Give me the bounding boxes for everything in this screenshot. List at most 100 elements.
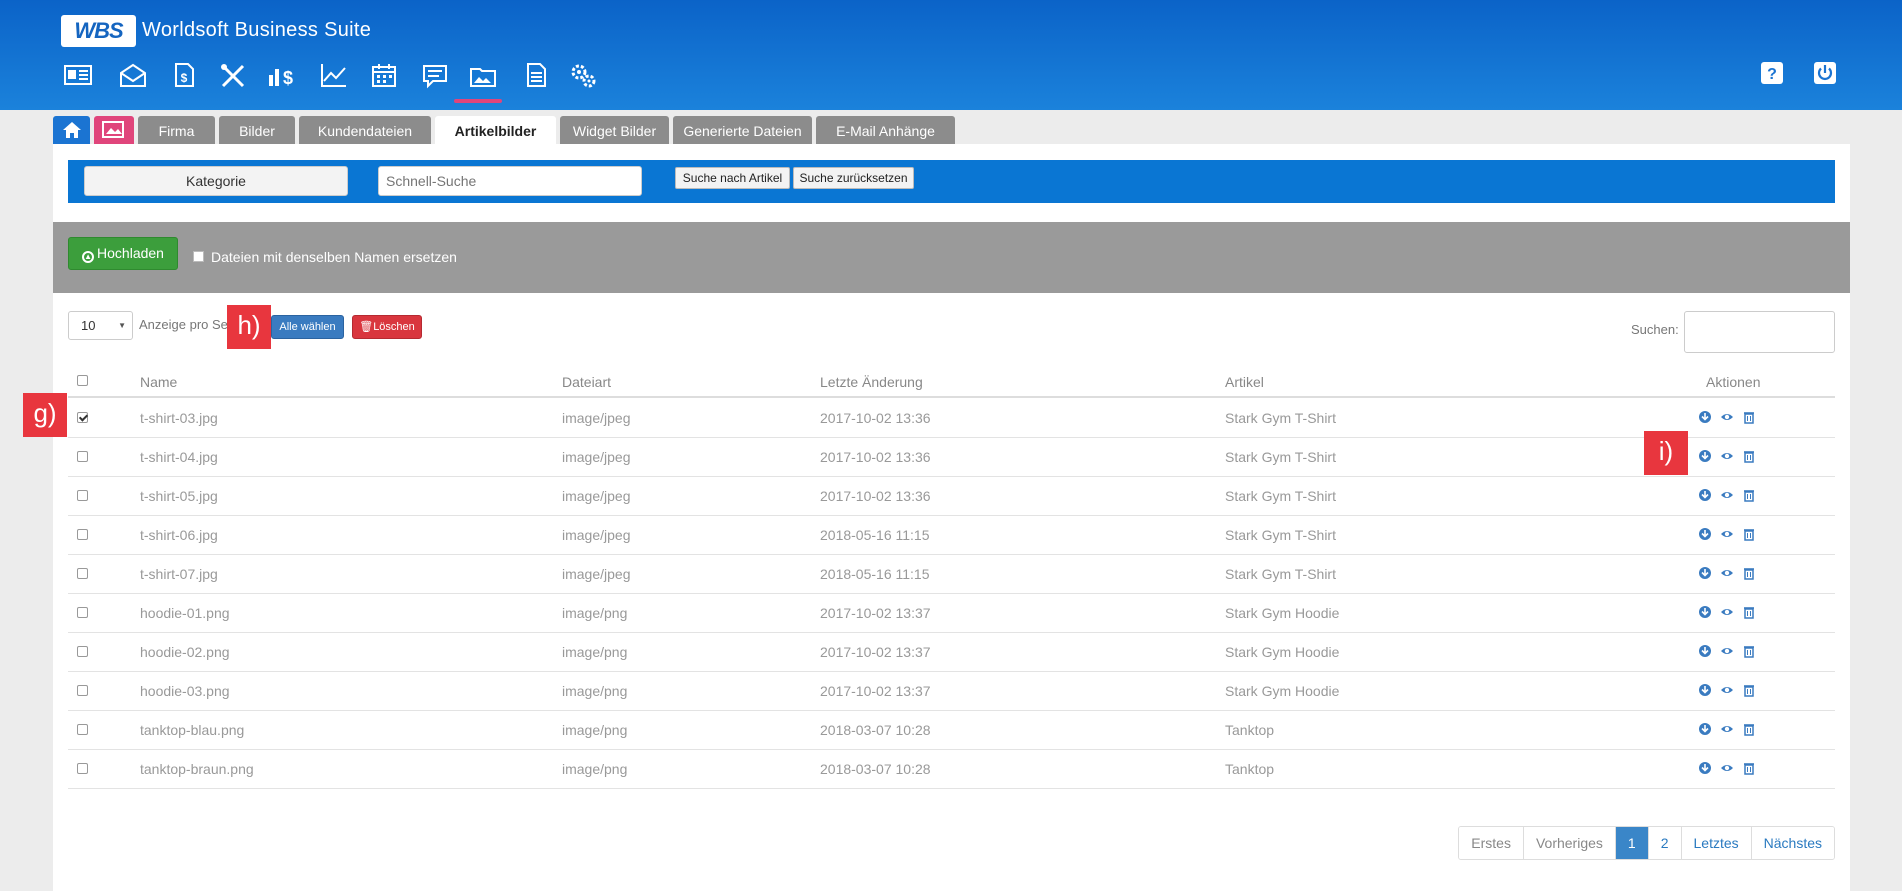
- row-checkbox[interactable]: [77, 646, 88, 657]
- page-length-select[interactable]: 10 ▼: [68, 311, 133, 340]
- row-checkbox[interactable]: [77, 529, 88, 540]
- table-row[interactable]: tanktop-blau.png image/png 2018-03-07 10:2…: [68, 711, 1835, 750]
- view-eye-icon[interactable]: [1720, 488, 1734, 502]
- tab-artikelbilder[interactable]: Artikelbilder: [435, 116, 556, 145]
- row-checkbox[interactable]: [77, 568, 88, 579]
- category-button[interactable]: Kategorie: [84, 166, 348, 196]
- row-checkbox[interactable]: [77, 724, 88, 735]
- tab-e-mail-anh-nge[interactable]: E-Mail Anhänge: [816, 116, 955, 144]
- chevron-down-icon: ▼: [118, 321, 126, 330]
- table-row[interactable]: t-shirt-04.jpg image/jpeg 2017-10-02 13:36…: [68, 438, 1835, 477]
- module-document-dollar-button[interactable]: $: [166, 60, 200, 90]
- download-icon[interactable]: [1698, 488, 1712, 502]
- row-checkbox[interactable]: [77, 412, 88, 423]
- row-checkbox[interactable]: [77, 763, 88, 774]
- row-checkbox[interactable]: [77, 490, 88, 501]
- view-eye-icon[interactable]: [1720, 644, 1734, 658]
- file-modified: 2018-05-16 11:15: [820, 566, 930, 582]
- search-article-button[interactable]: Suche nach Artikel: [675, 167, 790, 189]
- mail-icon: [120, 63, 146, 87]
- chart-line-icon: [321, 64, 346, 87]
- trash-icon[interactable]: [1742, 488, 1756, 502]
- page-2[interactable]: 2: [1647, 827, 1681, 859]
- view-eye-icon[interactable]: [1720, 722, 1734, 736]
- page-previous[interactable]: Vorheriges: [1522, 827, 1615, 859]
- tab-widget-bilder[interactable]: Widget Bilder: [560, 116, 669, 144]
- trash-icon[interactable]: [1742, 410, 1756, 424]
- trash-icon[interactable]: [1742, 449, 1756, 463]
- table-row[interactable]: t-shirt-05.jpg image/jpeg 2017-10-02 13:36…: [68, 477, 1835, 516]
- table-row[interactable]: t-shirt-03.jpg image/jpeg 2017-10-02 13:36…: [68, 399, 1835, 438]
- view-eye-icon[interactable]: [1720, 527, 1734, 541]
- table-row[interactable]: hoodie-01.png image/png 2017-10-02 13:37 St…: [68, 594, 1835, 633]
- select-all-checkbox[interactable]: [77, 375, 88, 386]
- quick-search-input[interactable]: [378, 166, 642, 196]
- tab-generierte-dateien[interactable]: Generierte Dateien: [673, 116, 812, 144]
- module-sales-dollar-button[interactable]: $: [264, 60, 298, 90]
- column-header-article[interactable]: Artikel: [1225, 374, 1264, 390]
- upload-button[interactable]: ▲ Hochladen: [68, 237, 178, 270]
- download-icon[interactable]: [1698, 605, 1712, 619]
- trash-icon[interactable]: [1742, 605, 1756, 619]
- view-eye-icon[interactable]: [1720, 410, 1734, 424]
- view-eye-icon[interactable]: [1720, 761, 1734, 775]
- module-newsletter-button[interactable]: [518, 60, 552, 90]
- trash-icon[interactable]: [1742, 566, 1756, 580]
- tab-kundendateien[interactable]: Kundendateien: [299, 116, 431, 144]
- row-checkbox[interactable]: [77, 607, 88, 618]
- download-icon[interactable]: [1698, 527, 1712, 541]
- page-next[interactable]: Nächstes: [1750, 827, 1834, 859]
- view-eye-icon[interactable]: [1720, 449, 1734, 463]
- column-header-name[interactable]: Name: [140, 374, 177, 390]
- page-first[interactable]: Erstes: [1459, 827, 1523, 859]
- replace-files-checkbox[interactable]: [193, 251, 204, 262]
- trash-icon[interactable]: [1742, 683, 1756, 697]
- file-article: Stark Gym Hoodie: [1225, 605, 1340, 621]
- table-row[interactable]: t-shirt-07.jpg image/jpeg 2018-05-16 11:15…: [68, 555, 1835, 594]
- tab-firma[interactable]: Firma: [138, 116, 215, 144]
- row-checkbox[interactable]: [77, 451, 88, 462]
- file-manager-icon: [102, 121, 124, 138]
- download-icon[interactable]: [1698, 683, 1712, 697]
- download-icon[interactable]: [1698, 722, 1712, 736]
- trash-icon[interactable]: [1742, 761, 1756, 775]
- view-eye-icon[interactable]: [1720, 566, 1734, 580]
- reset-search-button[interactable]: Suche zurücksetzen: [793, 167, 914, 189]
- table-row[interactable]: hoodie-02.png image/png 2017-10-02 13:37 St…: [68, 633, 1835, 672]
- tab-bilder[interactable]: Bilder: [219, 116, 295, 144]
- help-icon[interactable]: ?: [1760, 61, 1784, 85]
- module-contact-card-button[interactable]: [61, 60, 95, 90]
- module-mail-button[interactable]: [116, 60, 150, 90]
- table-row[interactable]: hoodie-03.png image/png 2017-10-02 13:37 St…: [68, 672, 1835, 711]
- select-all-button[interactable]: Alle wählen: [271, 315, 344, 339]
- view-eye-icon[interactable]: [1720, 683, 1734, 697]
- tab-home[interactable]: [53, 116, 90, 144]
- module-file-manager-button[interactable]: [466, 60, 500, 90]
- wbs-logo[interactable]: WBS: [61, 15, 136, 47]
- module-calendar-button[interactable]: [367, 60, 401, 90]
- page-last[interactable]: Letztes: [1680, 827, 1751, 859]
- module-chart-line-button[interactable]: [317, 60, 351, 90]
- module-settings-gears-button[interactable]: [566, 60, 600, 90]
- download-icon[interactable]: [1698, 761, 1712, 775]
- trash-icon[interactable]: [1742, 644, 1756, 658]
- page-1[interactable]: 1: [1614, 827, 1648, 859]
- download-icon[interactable]: [1698, 566, 1712, 580]
- table-search-input[interactable]: [1684, 311, 1835, 353]
- column-header-type[interactable]: Dateiart: [562, 374, 611, 390]
- trash-icon[interactable]: [1742, 722, 1756, 736]
- table-row[interactable]: t-shirt-06.jpg image/jpeg 2018-05-16 11:15…: [68, 516, 1835, 555]
- delete-button[interactable]: 🗑Löschen: [352, 315, 422, 339]
- module-tools-button[interactable]: [216, 60, 250, 90]
- module-comment-button[interactable]: [418, 60, 452, 90]
- download-icon[interactable]: [1698, 410, 1712, 424]
- view-eye-icon[interactable]: [1720, 605, 1734, 619]
- power-icon[interactable]: [1813, 61, 1837, 85]
- row-checkbox[interactable]: [77, 685, 88, 696]
- download-icon[interactable]: [1698, 644, 1712, 658]
- tab-file-manager[interactable]: [94, 116, 134, 144]
- column-header-modified[interactable]: Letzte Änderung: [820, 374, 923, 390]
- trash-icon[interactable]: [1742, 527, 1756, 541]
- table-row[interactable]: tanktop-braun.png image/png 2018-03-07 10:…: [68, 750, 1835, 789]
- download-icon[interactable]: [1698, 449, 1712, 463]
